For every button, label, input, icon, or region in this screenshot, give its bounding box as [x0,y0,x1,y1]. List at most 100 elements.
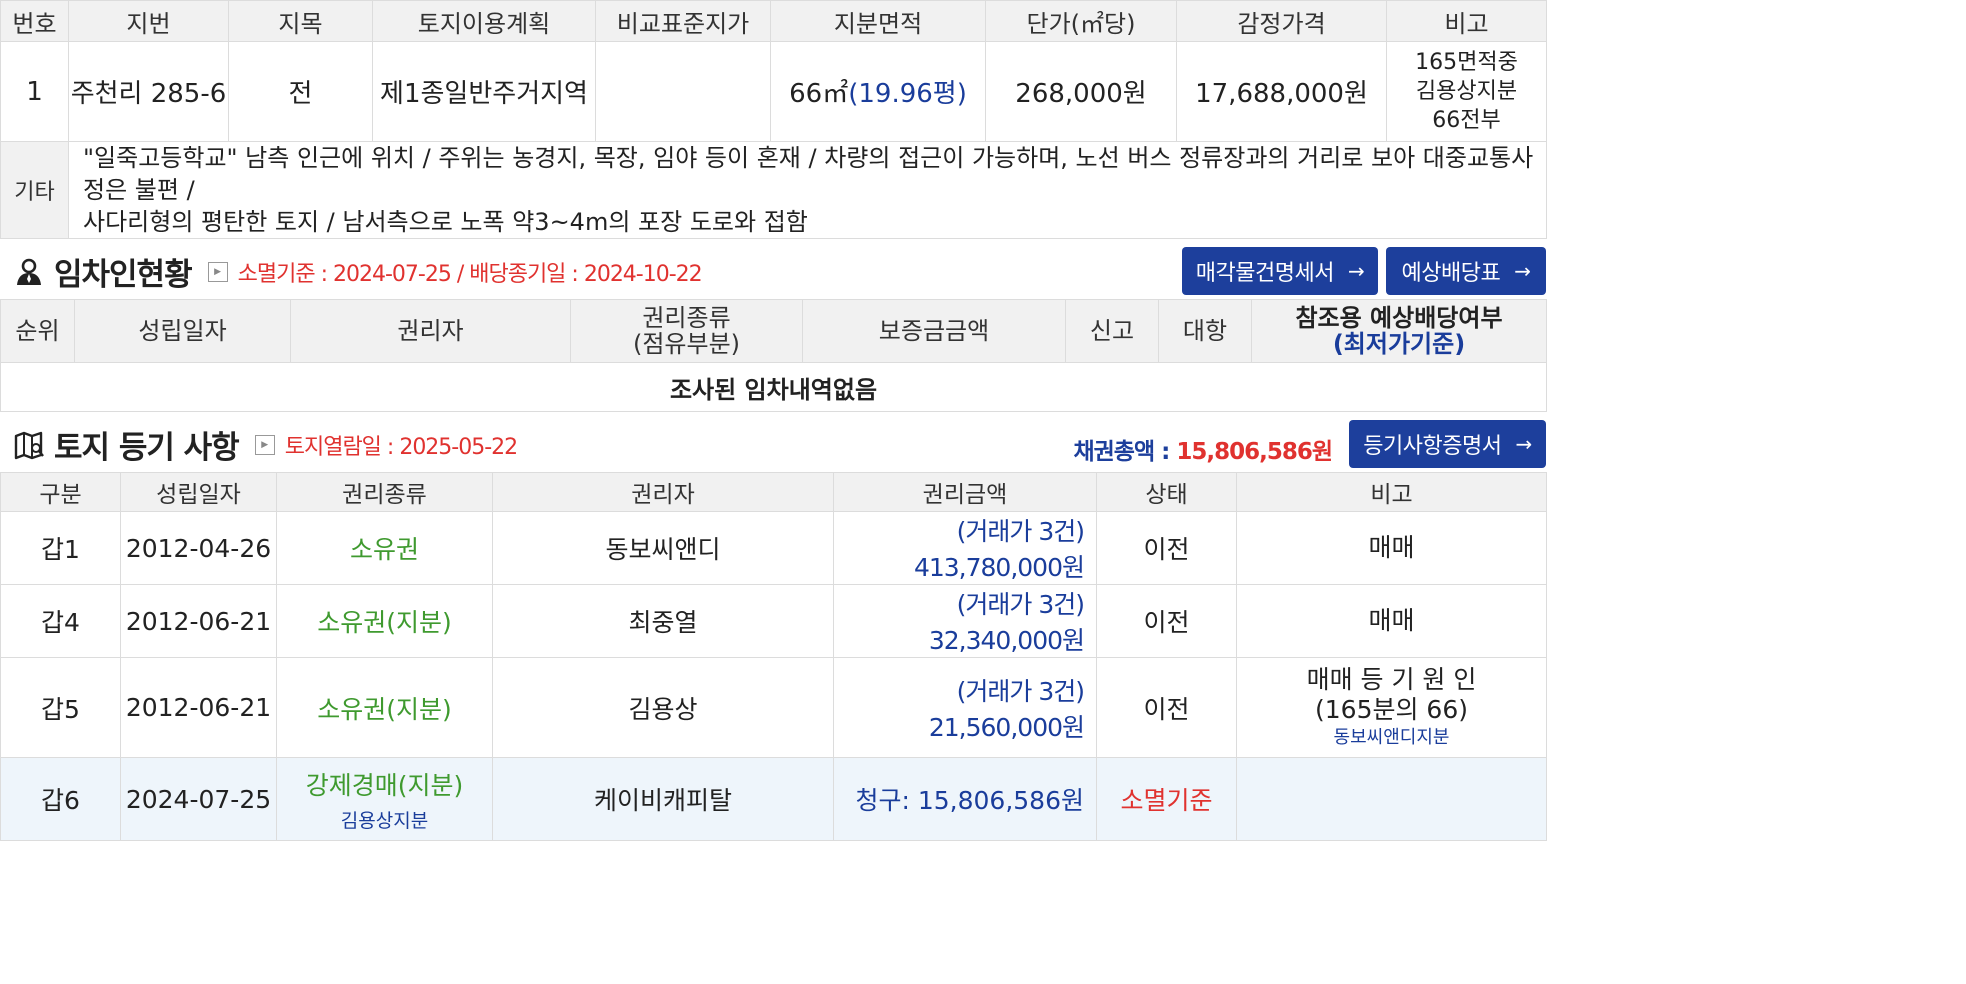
col-header: 지번 [68,0,229,42]
button-label: 예상배당표 [1401,261,1501,286]
remark-line: 66전부 [1432,108,1501,133]
col-header: 성립일자 [120,472,277,512]
land-std-price [595,41,771,142]
reg-remark: 매매 [1236,584,1547,658]
reg-div: 갑6 [0,757,121,841]
col-header: 비고 [1386,0,1547,42]
col-header: 단가(㎡당) [985,0,1177,42]
col-header: 신고 [1065,299,1159,363]
col-header: 감정가격 [1176,0,1387,42]
reg-status: 이전 [1096,511,1237,585]
tenant-note: 소멸기준 : 2024-07-25 / 배당종기일 : 2024-10-22 [237,261,703,287]
reg-kind: 소유권(지분) [276,584,493,658]
col-header: 대항 [1158,299,1252,363]
reg-amount: 청구: 15,806,586원 [833,757,1097,841]
play-icon[interactable]: ▶ [254,434,275,455]
section-title: 임차인현황 [54,257,193,293]
reg-status: 소멸기준 [1096,757,1237,841]
header-line: (최저가기준) [1332,330,1466,358]
reg-holder: 동보씨앤디 [492,511,834,585]
area-pyeong: (19.96평) [848,79,967,109]
col-header: 순위 [0,299,75,363]
land-table-header: 번호 지번 지목 토지이용계획 비교표준지가 지분면적 단가(㎡당) 감정가격 … [0,0,1547,42]
etc-text: "일죽고등학교" 남측 인근에 위치 / 주위는 농경지, 목장, 임야 등이 … [68,141,1547,239]
etc-text-line: 사다리형의 평탄한 토지 / 남서측으로 노폭 약3~4m의 포장 도로와 접함 [83,208,808,236]
tenant-table-header: 순위 성립일자 권리자 권리종류 (점유부분) 보증금금액 신고 대항 참조용 … [0,299,1547,363]
table-row: 갑5 2012-06-21 소유권(지분) 김용상 (거래가 3건) 21,56… [0,657,1547,758]
reg-div: 갑1 [0,511,121,585]
area-sqm: 66㎡ [789,79,849,109]
header-line: (점유부분) [632,330,741,358]
page: 번호 지번 지목 토지이용계획 비교표준지가 지분면적 단가(㎡당) 감정가격 … [0,0,1547,841]
col-header: 성립일자 [74,299,291,363]
registry-certificate-button[interactable]: 등기사항증명서 → [1349,420,1546,468]
sale-statement-button[interactable]: 매각물건명세서 → [1182,247,1378,295]
reg-holder: 김용상 [492,657,834,758]
land-area: 66㎡(19.96평) [770,41,986,142]
table-row: 1 주천리 285-6 전 제1종일반주거지역 66㎡(19.96평) 268,… [0,41,1547,142]
button-label: 등기사항증명서 [1363,434,1502,459]
col-header: 비교표준지가 [595,0,771,42]
etc-row: 기타 "일죽고등학교" 남측 인근에 위치 / 주위는 농경지, 목장, 임야 … [0,141,1547,239]
land-appraisal: 17,688,000원 [1176,41,1387,142]
reg-holder: 최중열 [492,584,834,658]
remark-line: 김용상지분 [1415,79,1518,104]
button-label: 매각물건명세서 [1195,261,1335,286]
person-icon [14,257,44,287]
table-row: 갑4 2012-06-21 소유권(지분) 최중열 (거래가 3건) 32,34… [0,584,1547,658]
etc-label: 기타 [0,141,69,239]
col-header: 보증금금액 [802,299,1066,363]
registry-section-title: 토지 등기 사항 ▶ 토지열람일 : 2025-05-22 [14,422,518,467]
remark-line: 165면적중 [1415,50,1518,75]
col-header: 권리자 [492,472,834,512]
registry-section-header: 토지 등기 사항 ▶ 토지열람일 : 2025-05-22 채권총액 : 15,… [0,412,1546,472]
reg-amount: (거래가 3건) 32,340,000원 [833,584,1097,658]
col-header: 권리종류 (점유부분) [570,299,803,363]
col-header: 권리종류 [276,472,493,512]
table-row: 갑6 2024-07-25 강제경매(지분) 김용상지분 케이비캐피탈 청구: … [0,757,1547,841]
section-title: 토지 등기 사항 [54,430,240,466]
registry-table: 구분 성립일자 권리종류 권리자 권리금액 상태 비고 갑1 2012-04-2… [0,472,1547,841]
table-row: 조사된 임차내역없음 [0,362,1547,412]
reg-div: 갑5 [0,657,121,758]
remark-line: (165분의 66) [1315,694,1468,724]
col-header: 지분면적 [770,0,986,42]
map-book-icon [14,430,44,460]
play-icon[interactable]: ▶ [207,261,228,282]
col-header: 구분 [0,472,121,512]
reg-kind: 소유권 [276,511,493,585]
col-header: 비고 [1236,472,1547,512]
tenant-table: 순위 성립일자 권리자 권리종류 (점유부분) 보증금금액 신고 대항 참조용 … [0,299,1547,412]
reg-date: 2012-06-21 [120,584,277,658]
reg-kind: 강제경매(지분) 김용상지분 [276,757,493,841]
col-header: 번호 [0,0,69,42]
reg-amount: (거래가 3건) 413,780,000원 [833,511,1097,585]
empty-message: 조사된 임차내역없음 [0,362,1547,412]
col-header: 권리금액 [833,472,1097,512]
reg-div: 갑4 [0,584,121,658]
reg-holder: 케이비캐피탈 [492,757,834,841]
land-unit-price: 268,000원 [985,41,1177,142]
dividend-table-button[interactable]: 예상배당표 → [1386,247,1546,295]
registry-note: 토지열람일 : 2025-05-22 [284,434,518,460]
land-remark: 165면적중 김용상지분 66전부 [1386,41,1547,142]
claim-total-amount: 15,806,586원 [1176,439,1333,465]
claim-total: 채권총액 : 15,806,586원 [1073,432,1333,466]
remark-line: 동보씨앤디지분 [1333,726,1450,748]
land-category: 전 [228,41,373,142]
reg-remark: 매매 [1236,511,1547,585]
claim-total-label: 채권총액 : [1073,439,1177,465]
tenant-section-title: 임차인현황 ▶ 소멸기준 : 2024-07-25 / 배당종기일 : 2024… [14,249,703,294]
remark-line: 매매 등 기 원 인 [1306,664,1477,694]
col-header: 상태 [1096,472,1237,512]
reg-status: 이전 [1096,657,1237,758]
tenant-section-header: 임차인현황 ▶ 소멸기준 : 2024-07-25 / 배당종기일 : 2024… [0,239,1546,299]
reg-amount: (거래가 3건) 21,560,000원 [833,657,1097,758]
etc-text-line: "일죽고등학교" 남측 인근에 위치 / 주위는 농경지, 목장, 임야 등이 … [83,144,1534,204]
table-row: 갑1 2012-04-26 소유권 동보씨앤디 (거래가 3건) 413,780… [0,511,1547,585]
reg-status: 이전 [1096,584,1237,658]
arrow-right-icon: → [1514,259,1531,283]
reg-kind-sub: 김용상지분 [340,809,429,832]
col-header: 참조용 예상배당여부 (최저가기준) [1251,299,1547,363]
reg-remark [1236,757,1547,841]
